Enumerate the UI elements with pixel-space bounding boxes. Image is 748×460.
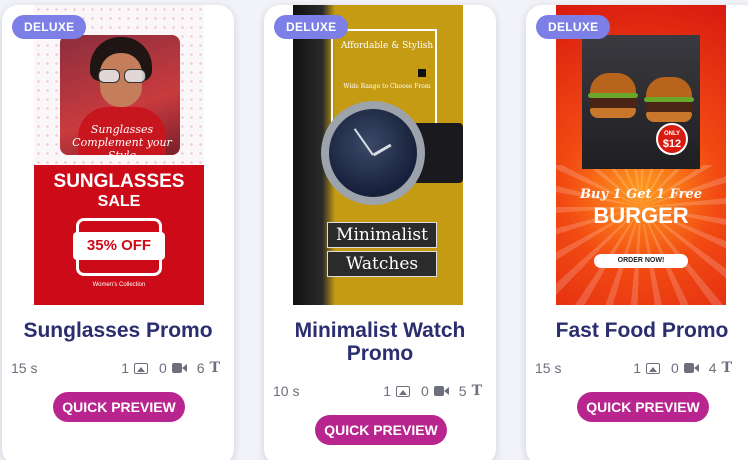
text-count: 5 [458,383,467,399]
duration: 15 s [535,360,562,376]
template-thumbnail[interactable]: ONLY $12 Buy 1 Get 1 Free BURGER ORDER N… [556,5,726,305]
template-stats: 15 s 1 0 4 T [526,360,748,378]
template-stats: 15 s 1 0 6 T [2,360,234,378]
thumb-headline: SUNGLASSES [53,171,185,192]
video-camera-icon [683,363,699,373]
price-badge: ONLY $12 [656,123,688,155]
template-title: Sunglasses Promo [23,319,213,342]
thumb-offer: Buy 1 Get 1 Free [580,187,702,202]
deluxe-badge: DELUXE [536,15,611,39]
template-card-minimalist-watch-promo[interactable]: DELUXE Affordable & Stylish Wide Range t… [264,5,496,460]
video-camera-icon [171,363,187,373]
template-card-sunglasses-promo[interactable]: DELUXE Sunglasses Complement your Style … [2,5,234,460]
video-count: 0 [420,383,429,399]
template-stats: 10 s 1 0 5 T [264,383,496,401]
image-icon [395,385,410,397]
video-camera-icon [433,386,449,396]
video-count: 0 [670,360,679,376]
thumb-cta: ORDER NOW! [594,254,688,268]
thumb-small-text: Wide Range to Choose From [343,83,431,90]
text-icon: T [471,383,482,399]
text-count: 6 [196,360,205,376]
duration: 10 s [273,383,300,399]
image-count: 1 [121,360,129,376]
thumb-headline: BURGER [593,203,689,228]
thumb-footer: Women's Collection [92,282,146,288]
template-title: Minimalist Watch Promo [294,319,466,365]
image-icon [645,362,660,374]
quick-preview-button[interactable]: QUICK PREVIEW [315,415,447,445]
thumb-subheadline: SALE [97,193,141,210]
thumb-label-1: Minimalist [327,222,437,248]
text-icon: T [209,360,220,376]
image-icon [133,362,148,374]
thumb-label-2: Watches [327,251,437,277]
deluxe-badge: DELUXE [12,15,87,39]
template-thumbnail[interactable]: Affordable & Stylish Wide Range to Choos… [293,5,463,305]
duration: 15 s [11,360,38,376]
quick-preview-button[interactable]: QUICK PREVIEW [53,392,185,422]
deluxe-badge: DELUXE [274,15,349,39]
thumb-script-text: Sunglasses Complement your Style [72,123,172,162]
template-title: Fast Food Promo [555,319,729,342]
thumb-offer: 35% OFF [73,232,165,260]
template-card-fast-food-promo[interactable]: DELUXE ONLY $12 Buy 1 Get 1 Free BURGER … [526,5,748,460]
image-count: 1 [633,360,641,376]
quick-preview-button[interactable]: QUICK PREVIEW [577,392,709,422]
video-count: 0 [158,360,167,376]
text-icon: T [721,360,732,376]
image-count: 1 [383,383,391,399]
template-thumbnail[interactable]: Sunglasses Complement your Style SUNGLAS… [34,5,204,305]
thumb-tagline: Affordable & Stylish [340,41,434,51]
text-count: 4 [708,360,717,376]
